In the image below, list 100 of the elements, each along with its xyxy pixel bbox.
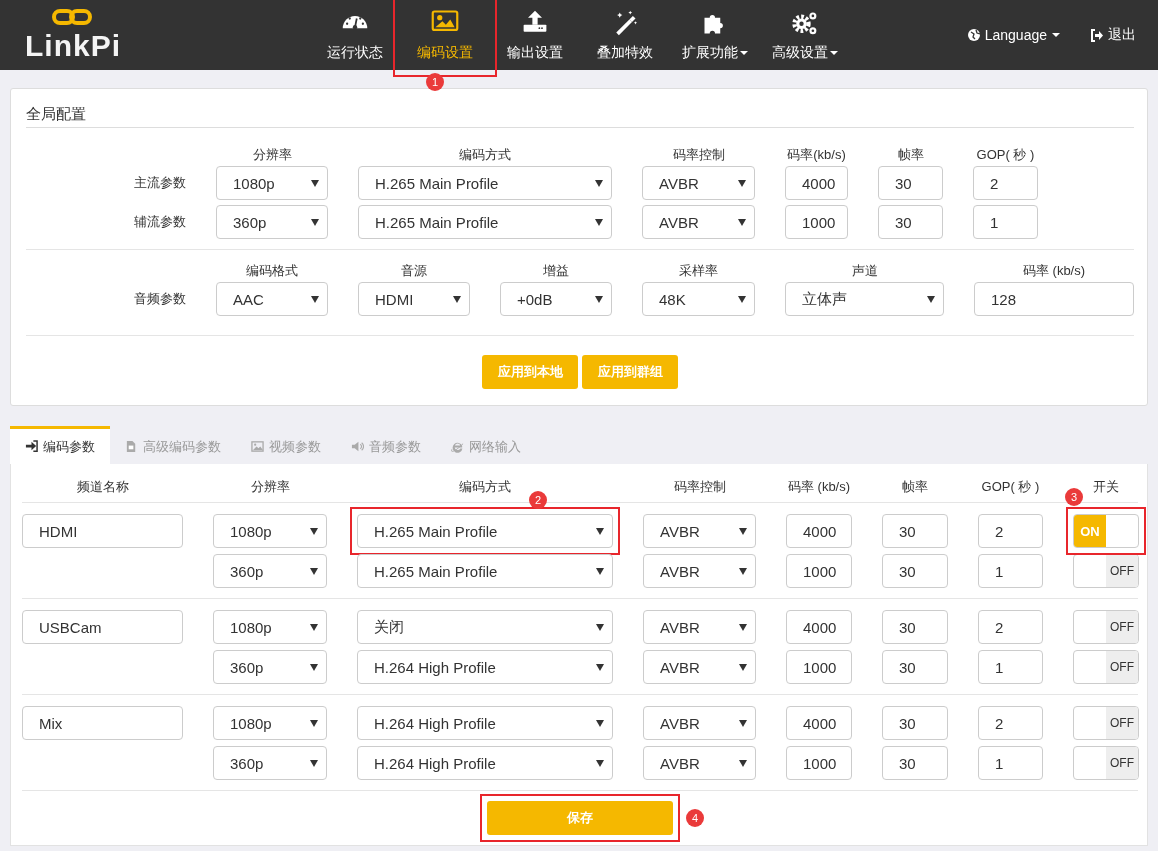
image-icon	[251, 440, 264, 453]
column-header: 声道	[850, 264, 879, 278]
dropdown[interactable]: AVBR	[643, 746, 756, 780]
input-field[interactable]: HDMI	[22, 514, 183, 548]
dropdown[interactable]: AVBR	[643, 514, 756, 548]
dropdown[interactable]: AAC	[216, 282, 328, 316]
dropdown[interactable]: AVBR	[643, 650, 756, 684]
tab[interactable]: 编码参数	[10, 426, 110, 464]
caret-icon	[739, 719, 747, 727]
input-field[interactable]: 1	[978, 554, 1043, 588]
nav-item[interactable]: 输出设置	[490, 0, 580, 70]
nav-item[interactable]: 运行状态	[310, 0, 400, 70]
input-field[interactable]: 1000	[786, 554, 852, 588]
dropdown[interactable]: H.265 Main Profile	[358, 166, 612, 200]
input-field[interactable]: 30	[882, 610, 948, 644]
input-field[interactable]: Mix	[22, 706, 183, 740]
dropdown[interactable]: 360p	[216, 205, 328, 239]
dropdown[interactable]: 关闭	[357, 610, 613, 644]
input-field[interactable]: 1	[973, 205, 1038, 239]
dropdown[interactable]: 立体声	[785, 282, 944, 316]
caret-icon	[739, 663, 747, 671]
dropdown[interactable]: 360p	[213, 650, 327, 684]
nav-item[interactable]: 叠加特效	[580, 0, 670, 70]
number-badge: 2	[529, 491, 547, 509]
dropdown[interactable]: 1080p	[213, 610, 327, 644]
toggle-switch[interactable]: OFF	[1073, 706, 1139, 740]
globe-icon	[967, 29, 980, 41]
caret-icon	[310, 623, 318, 631]
input-field[interactable]: 1	[978, 746, 1043, 780]
dropdown[interactable]: AVBR	[642, 205, 755, 239]
caret-icon	[595, 218, 603, 226]
dropdown[interactable]: AVBR	[643, 554, 756, 588]
toggle-switch[interactable]: OFF	[1073, 746, 1139, 780]
input-field[interactable]: 4000	[785, 166, 848, 200]
dropdown[interactable]: 1080p	[216, 166, 328, 200]
dropdown[interactable]: H.265 Main Profile	[357, 514, 613, 548]
input-field[interactable]: 30	[878, 166, 943, 200]
dropdown[interactable]: H.265 Main Profile	[357, 554, 613, 588]
enter-icon	[25, 440, 38, 453]
input-field[interactable]: 30	[878, 205, 943, 239]
column-header: 开关	[1092, 478, 1120, 496]
input-field[interactable]: 4000	[786, 706, 852, 740]
column-header: GOP( 秒 )	[975, 148, 1036, 162]
dropdown[interactable]: HDMI	[358, 282, 470, 316]
input-field[interactable]: 128	[974, 282, 1134, 316]
dropdown[interactable]: H.265 Main Profile	[358, 205, 612, 239]
dropdown[interactable]: 360p	[213, 554, 327, 588]
dropdown[interactable]: 360p	[213, 746, 327, 780]
caret-icon	[310, 719, 318, 727]
toggle-switch[interactable]: OFF	[1073, 650, 1139, 684]
input-field[interactable]: 1	[978, 650, 1043, 684]
row-label: 主流参数	[133, 174, 186, 192]
browser-icon	[451, 440, 464, 453]
caret-icon	[739, 527, 747, 535]
input-field[interactable]: 2	[978, 610, 1043, 644]
column-header: 音源	[400, 264, 428, 278]
column-header: 帧率	[901, 478, 929, 496]
language-menu[interactable]: Language	[967, 27, 1060, 43]
dropdown[interactable]: H.264 High Profile	[357, 650, 613, 684]
input-field[interactable]: 1000	[786, 746, 852, 780]
input-field[interactable]: 30	[882, 514, 948, 548]
dropdown[interactable]: AVBR	[643, 610, 756, 644]
caret-icon	[311, 295, 319, 303]
dropdown[interactable]: H.264 High Profile	[357, 746, 613, 780]
input-field[interactable]: 30	[882, 706, 948, 740]
input-field[interactable]: 2	[978, 706, 1043, 740]
dropdown[interactable]: 1080p	[213, 706, 327, 740]
input-field[interactable]: 1000	[786, 650, 852, 684]
nav-item[interactable]: 扩展功能	[670, 0, 760, 70]
caret-icon	[310, 567, 318, 575]
input-field[interactable]: 2	[978, 514, 1043, 548]
row-label: 音频参数	[133, 290, 186, 308]
input-field[interactable]: 4000	[786, 610, 852, 644]
caret-icon	[738, 218, 746, 226]
dropdown[interactable]: 1080p	[213, 514, 327, 548]
dropdown[interactable]: +0dB	[500, 282, 612, 316]
input-field[interactable]: 30	[882, 554, 948, 588]
caret-icon	[739, 567, 747, 575]
number-badge: 4	[686, 809, 704, 827]
column-header: 码率控制	[671, 148, 726, 162]
caret-icon	[1052, 33, 1060, 37]
input-field[interactable]: 30	[882, 746, 948, 780]
logout-link[interactable]: 退出	[1090, 26, 1136, 44]
dropdown[interactable]: AVBR	[643, 706, 756, 740]
column-header: 编码方式	[458, 478, 512, 496]
input-field[interactable]: 2	[973, 166, 1038, 200]
toggle-switch[interactable]: OFF	[1073, 554, 1139, 588]
input-field[interactable]: 4000	[786, 514, 852, 548]
input-field[interactable]: 30	[882, 650, 948, 684]
nav-item[interactable]: 编码设置	[400, 0, 490, 70]
column-header: 码率控制	[672, 478, 727, 496]
caret-icon	[596, 759, 604, 767]
dropdown[interactable]: H.264 High Profile	[357, 706, 613, 740]
input-field[interactable]: USBCam	[22, 610, 183, 644]
dropdown[interactable]: AVBR	[642, 166, 755, 200]
dropdown[interactable]: 48K	[642, 282, 755, 316]
nav-item[interactable]: 高级设置	[760, 0, 850, 70]
toggle-switch[interactable]: OFF	[1073, 610, 1139, 644]
caret-icon	[310, 527, 318, 535]
input-field[interactable]: 1000	[785, 205, 848, 239]
